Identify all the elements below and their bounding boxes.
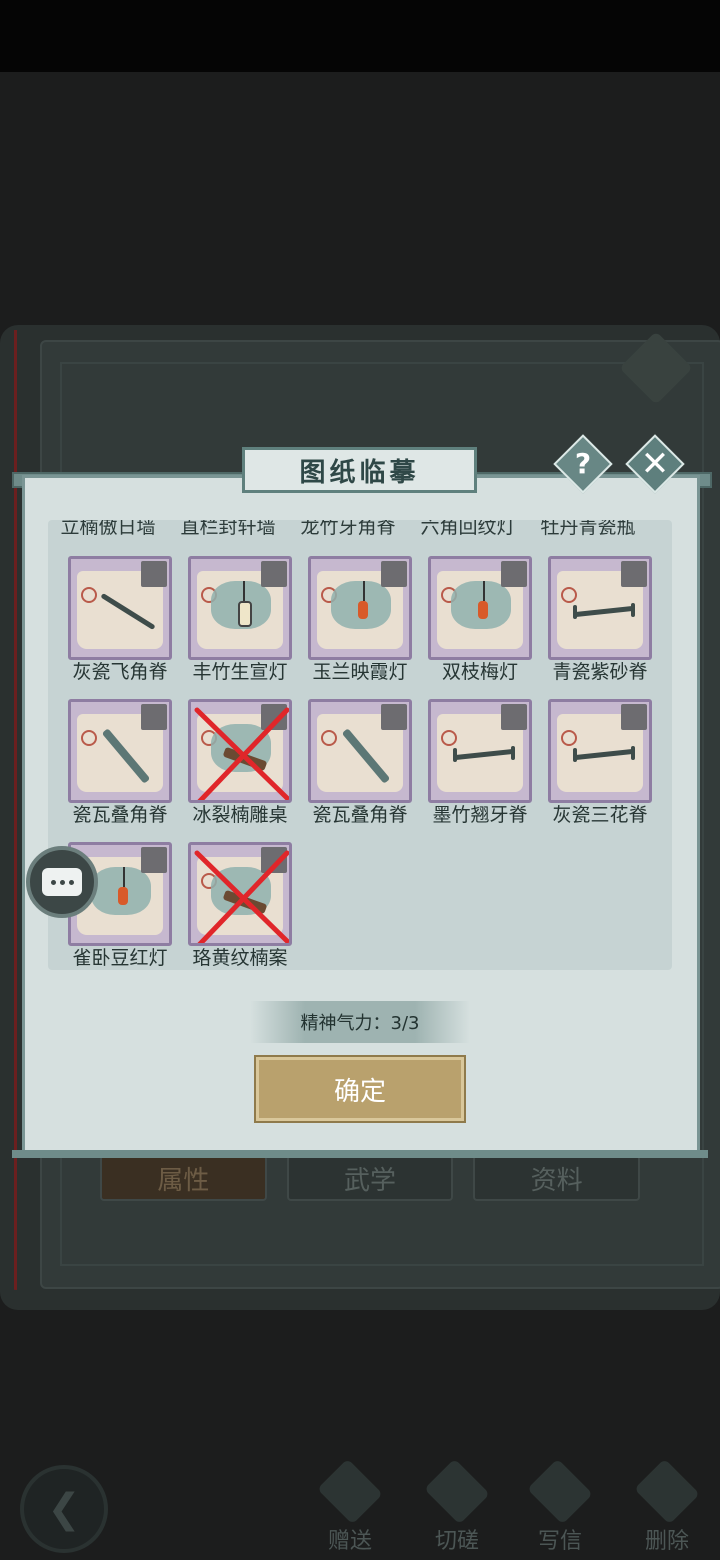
item-label: 直栏封轩墙 xyxy=(180,520,276,538)
blueprint-item[interactable]: 瓷瓦叠角脊 xyxy=(68,699,172,826)
tab-attributes: 属性 xyxy=(100,1155,267,1201)
floating-chat-button[interactable] xyxy=(26,846,98,918)
letter-icon xyxy=(527,1458,593,1525)
status-badge xyxy=(501,561,527,587)
trash-icon xyxy=(634,1458,700,1525)
confirm-button[interactable]: 确定 xyxy=(256,1057,464,1121)
blueprint-card xyxy=(428,699,532,803)
blueprint-card xyxy=(68,556,172,660)
tab-martial-arts: 武学 xyxy=(286,1155,454,1201)
item-label: 龙竹牙角脊 xyxy=(300,520,396,538)
blueprint-item[interactable]: 冰裂楠雕桌 xyxy=(188,699,292,826)
item-label: 墨竹翘牙脊 xyxy=(432,804,528,826)
item-label: 六角回纹灯 xyxy=(420,520,516,538)
blueprint-item[interactable]: 青瓷紫砂脊 xyxy=(548,556,652,683)
status-badge xyxy=(501,704,527,730)
status-badge xyxy=(621,561,647,587)
back-button: ❮ xyxy=(20,1465,108,1553)
write-letter-button: 写信 xyxy=(515,1458,605,1555)
item-label: 玉兰映霞灯 xyxy=(312,661,408,683)
item-label: 青瓷紫砂脊 xyxy=(552,661,648,683)
dialog-title: 图纸临摹 xyxy=(242,447,477,493)
background-tabs: 属性 武学 资料 xyxy=(100,1155,641,1201)
blueprint-card xyxy=(188,842,292,946)
blueprint-card xyxy=(188,556,292,660)
delete-button: 删除 xyxy=(622,1458,712,1555)
item-label: 双枝梅灯 xyxy=(441,661,518,683)
item-label: 牡丹青瓷瓶 xyxy=(540,520,636,538)
status-badge xyxy=(261,704,287,730)
item-label: 冰裂楠雕桌 xyxy=(192,804,288,826)
blueprint-item[interactable]: 灰瓷飞角脊 xyxy=(68,556,172,683)
blueprint-item[interactable]: 墨竹翘牙脊 xyxy=(428,699,532,826)
blueprint-card xyxy=(308,699,412,803)
tab-profile: 资料 xyxy=(473,1155,641,1201)
spar-label: 切磋 xyxy=(434,1529,479,1554)
item-label: 瓷瓦叠角脊 xyxy=(312,804,408,826)
item-label: 瓷瓦叠角脊 xyxy=(72,804,168,826)
status-badge xyxy=(381,561,407,587)
top-bar xyxy=(0,0,720,72)
blueprint-card xyxy=(548,556,652,660)
item-label: 立楠傲日墙 xyxy=(60,520,156,538)
status-badge xyxy=(261,561,287,587)
status-badge xyxy=(141,561,167,587)
blueprint-item[interactable]: 丰竹生宣灯 xyxy=(188,556,292,683)
question-icon: ? xyxy=(574,447,592,480)
item-label: 珞黄纹楠案 xyxy=(192,947,288,969)
close-icon: ✕ xyxy=(640,444,670,484)
delete-label: 删除 xyxy=(644,1529,689,1554)
blueprint-item[interactable]: 瓷瓦叠角脊 xyxy=(308,699,412,826)
blueprint-card xyxy=(428,556,532,660)
blueprint-card xyxy=(68,699,172,803)
sword-icon xyxy=(424,1458,490,1525)
status-badge xyxy=(381,704,407,730)
scrolled-row-labels: 立楠傲日墙 直栏封轩墙 龙竹牙角脊 六角回纹灯 牡丹青瓷瓶 xyxy=(48,520,672,544)
item-label: 丰竹生宣灯 xyxy=(192,661,288,683)
gift-button: 赠送 xyxy=(305,1458,395,1555)
write-letter-label: 写信 xyxy=(537,1529,582,1554)
blueprint-card xyxy=(188,699,292,803)
blueprint-card xyxy=(548,699,652,803)
spar-button: 切磋 xyxy=(412,1458,502,1555)
blueprint-item[interactable]: 灰瓷三花脊 xyxy=(548,699,652,826)
back-arrow-icon: ❮ xyxy=(47,1486,81,1532)
gift-label: 赠送 xyxy=(327,1529,372,1554)
status-badge xyxy=(141,704,167,730)
status-badge xyxy=(141,847,167,873)
spirit-energy-status: 精神气力：3/3 xyxy=(250,1001,470,1043)
dialog-bottom-rail xyxy=(12,1150,708,1158)
blueprint-item[interactable]: 珞黄纹楠案 xyxy=(188,842,292,969)
chat-icon xyxy=(42,868,82,896)
status-badge xyxy=(261,847,287,873)
blueprint-item[interactable]: 双枝梅灯 xyxy=(428,556,532,683)
item-label: 灰瓷三花脊 xyxy=(552,804,648,826)
scroll-icon xyxy=(317,1458,383,1525)
blueprint-card xyxy=(308,556,412,660)
item-label: 灰瓷飞角脊 xyxy=(72,661,168,683)
status-badge xyxy=(621,704,647,730)
item-label: 雀卧豆红灯 xyxy=(72,947,168,969)
blueprint-item[interactable]: 玉兰映霞灯 xyxy=(308,556,412,683)
